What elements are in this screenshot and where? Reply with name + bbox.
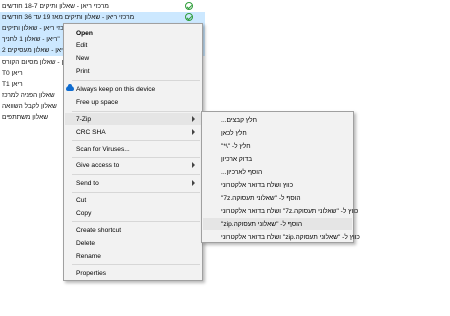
sync-check-icon xyxy=(185,2,193,10)
menu-separator xyxy=(72,174,200,175)
file-name: "ריאן - שאלון 1 לחניך xyxy=(2,36,60,43)
context-menu: Open Edit New Print Always keep on this … xyxy=(63,23,203,281)
sync-check-icon xyxy=(185,13,193,21)
file-name: ריאן - שאלון מעסיקים 2 xyxy=(2,47,67,54)
menu-item-label: New xyxy=(76,55,90,62)
file-name: שאלון משתתפים xyxy=(2,114,49,121)
submenu-item-add-to-7z[interactable]: הוסף ל- "שאלוני תעסוקה.7z" xyxy=(203,192,352,204)
menu-separator xyxy=(72,157,200,158)
menu-item-copy[interactable]: Copy xyxy=(65,207,201,219)
menu-item-new[interactable]: New xyxy=(65,52,201,64)
menu-item-send-to[interactable]: Send to xyxy=(65,177,201,189)
file-row[interactable]: מרכזי ריאן - שאלון ותיקים מאז 19 עד 36 ח… xyxy=(0,12,205,23)
submenu-item-label: כווץ ל- "שאלוני תעסוקה.zip" ושלח בדואר א… xyxy=(221,234,360,241)
menu-separator xyxy=(72,264,200,265)
file-name: שאלון הפניה למרכז xyxy=(2,92,55,99)
file-row[interactable]: מרכזי ריאן - שאלון ותיקים 18-7 חודשים xyxy=(0,1,205,12)
submenu-arrow-icon xyxy=(192,116,196,122)
menu-item-label: Edit xyxy=(76,42,88,49)
menu-item-print[interactable]: Print xyxy=(65,65,201,77)
menu-item-label: Properties xyxy=(76,270,107,277)
submenu-item-label: הוסף ל- "שאלוני תעסוקה.zip" xyxy=(221,221,303,228)
submenu-arrow-icon xyxy=(192,129,196,135)
onedrive-cloud-icon xyxy=(66,84,74,91)
submenu-item-label: חלץ לכאן xyxy=(221,130,247,137)
menu-item-free-up-space[interactable]: Free up space xyxy=(65,96,201,108)
file-name: ריאן - שאלון מסיום הקורס xyxy=(2,59,73,66)
submenu-item-add-to-zip[interactable]: הוסף ל- "שאלוני תעסוקה.zip" xyxy=(203,218,352,230)
submenu-item-test-archive[interactable]: בדוק ארכיון xyxy=(203,153,352,165)
menu-separator xyxy=(72,111,200,112)
menu-item-label: Open xyxy=(76,30,93,37)
menu-item-delete[interactable]: Delete xyxy=(65,237,201,249)
submenu-item-add-to-archive[interactable]: הוסף לארכיון... xyxy=(203,166,352,178)
submenu-item-label: בדוק ארכיון xyxy=(221,156,253,163)
7zip-submenu: חלץ קבצים... חלץ לכאן חלץ ל- "\*" בדוק א… xyxy=(201,111,360,243)
menu-item-properties[interactable]: Properties xyxy=(65,267,201,279)
menu-item-create-shortcut[interactable]: Create shortcut xyxy=(65,224,201,236)
menu-item-cut[interactable]: Cut xyxy=(65,194,201,206)
menu-item-label: 7-Zip xyxy=(76,116,92,123)
menu-item-label: Rename xyxy=(76,253,101,260)
file-name: מרכזי ריאן - שאלון ותיקים מאז 19 עד 36 ח… xyxy=(2,14,135,21)
menu-separator xyxy=(72,80,200,81)
menu-item-crc-sha[interactable]: CRC SHA xyxy=(65,126,201,138)
submenu-item-compress-7z-and-email[interactable]: כווץ ל- "שאלוני תעסוקה.7z" ושלח בדואר אל… xyxy=(203,205,358,217)
menu-item-label: Scan for Viruses... xyxy=(76,146,130,153)
menu-item-label: Create shortcut xyxy=(76,227,122,234)
submenu-arrow-icon xyxy=(192,180,196,186)
submenu-arrow-icon xyxy=(192,162,196,168)
submenu-item-label: חלץ קבצים... xyxy=(221,117,257,124)
file-name: T0 ריאן xyxy=(2,70,23,77)
submenu-item-label: כווץ ל- "שאלוני תעסוקה.7z" ושלח בדואר אל… xyxy=(221,208,359,215)
menu-item-label: Send to xyxy=(76,180,99,187)
menu-item-label: Cut xyxy=(76,197,87,204)
submenu-item-label: חלץ ל- "\*" xyxy=(221,143,251,150)
menu-item-label: Print xyxy=(76,68,90,75)
menu-item-always-keep[interactable]: Always keep on this device xyxy=(65,83,201,95)
submenu-item-extract-here[interactable]: חלץ לכאן xyxy=(203,127,352,139)
submenu-item-extract-files[interactable]: חלץ קבצים... xyxy=(203,114,352,126)
submenu-item-extract-to-folder[interactable]: חלץ ל- "\*" xyxy=(203,140,352,152)
submenu-item-label: כווץ ושלח בדואר אלקטרוני xyxy=(221,182,294,189)
menu-item-label: CRC SHA xyxy=(76,129,106,136)
file-name: שאלון לקבל השוואה xyxy=(2,103,57,110)
submenu-item-compress-and-email[interactable]: כווץ ושלח בדואר אלקטרוני xyxy=(203,179,352,191)
menu-separator xyxy=(72,140,200,141)
file-name: מרכזי ריאן - שאלון ותיקים 18-7 חודשים xyxy=(2,3,109,10)
submenu-item-label: הוסף ל- "שאלוני תעסוקה.7z" xyxy=(221,195,301,202)
menu-item-edit[interactable]: Edit xyxy=(65,39,201,51)
menu-separator xyxy=(72,221,200,222)
menu-item-7zip[interactable]: 7-Zip xyxy=(65,113,201,125)
menu-item-give-access[interactable]: Give access to xyxy=(65,159,201,171)
menu-item-label: Always keep on this device xyxy=(76,86,156,93)
menu-item-label: Copy xyxy=(76,210,92,217)
menu-item-open[interactable]: Open xyxy=(65,27,201,39)
menu-item-scan-viruses[interactable]: Scan for Viruses... xyxy=(65,143,201,155)
menu-item-label: Delete xyxy=(76,240,96,247)
file-name: מרכזי ריאן - שאלון ותיקים xyxy=(2,25,72,32)
menu-item-label: Free up space xyxy=(76,99,119,106)
menu-item-label: Give access to xyxy=(76,162,120,169)
submenu-item-compress-zip-and-email[interactable]: כווץ ל- "שאלוני תעסוקה.zip" ושלח בדואר א… xyxy=(203,231,360,243)
menu-separator xyxy=(72,192,200,193)
menu-item-rename[interactable]: Rename xyxy=(65,250,201,262)
submenu-item-label: הוסף לארכיון... xyxy=(221,169,263,176)
file-name: T1 ריאן xyxy=(2,81,23,88)
